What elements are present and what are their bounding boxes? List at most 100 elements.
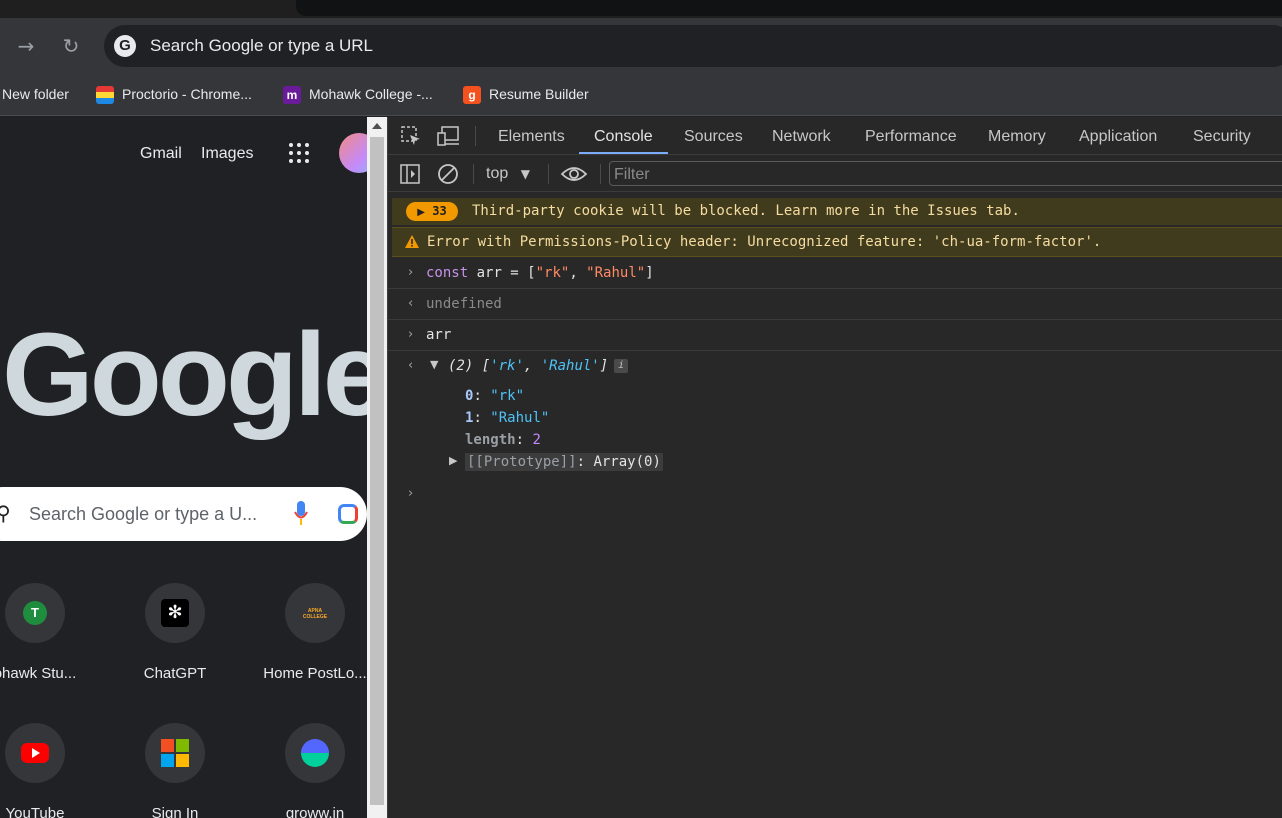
tab-sources[interactable]: Sources [684, 128, 743, 146]
filter-placeholder: Filter [614, 166, 650, 183]
toolbar-divider [548, 164, 549, 184]
scroll-up-arrow-icon[interactable] [372, 123, 382, 129]
array-entry-row: 0: "rk" [465, 388, 525, 404]
google-lens-icon[interactable] [338, 504, 358, 524]
bookmark-label: Resume Builder [489, 86, 589, 102]
omnibox-placeholder: Search Google or type a URL [150, 36, 374, 55]
clear-console-icon[interactable] [437, 163, 459, 185]
live-expression-eye-icon[interactable] [560, 164, 588, 184]
bookmarks-bar: New folder Proctorio - Chrome... m Mohawk… [0, 74, 1282, 116]
play-triangle-icon: ▶ [417, 207, 425, 218]
array-preview-count: (2) [ [448, 358, 491, 374]
avatar[interactable] [339, 133, 367, 173]
google-search-placeholder: Search Google or type a U... [29, 504, 258, 524]
console-prompt-row[interactable]: › [388, 479, 1282, 501]
tab-security[interactable]: Security [1193, 128, 1251, 146]
issues-count-badge[interactable]: ▶ 33 [406, 202, 458, 221]
property-key: length [465, 432, 516, 448]
property-value: "rk" [490, 388, 525, 404]
youtube-icon [21, 743, 49, 763]
shortcut-label: Home PostLo... [263, 665, 367, 682]
code-token: arr = [ [468, 265, 536, 281]
console-input-row[interactable]: › const arr = ["rk", "Rahul"] [388, 258, 1282, 289]
tab-application[interactable]: Application [1079, 128, 1157, 146]
chatgpt-icon: ✻ [161, 599, 189, 627]
input-chevron-icon: › [408, 265, 414, 280]
scrollbar-thumb[interactable] [370, 137, 384, 805]
array-entry-row: 1: "Rahul" [465, 410, 550, 426]
context-selector[interactable]: top ▼ [486, 165, 530, 183]
console-input-code: const arr = ["rk", "Rahul"] [426, 265, 654, 281]
array-preview-row[interactable]: ‹ ▼ (2) ['rk', 'Rahul'] i [388, 351, 1282, 374]
sidebar-toggle-icon[interactable] [399, 163, 421, 185]
bookmark-new-folder[interactable]: New folder [2, 84, 69, 104]
code-token: , [569, 265, 587, 281]
expand-triangle-icon[interactable]: ▼ [430, 358, 438, 371]
keyword-token: const [426, 265, 469, 281]
devtools-tab-bar: Elements Console Sources Network Perform… [388, 117, 1282, 155]
google-new-tab-page: Gmail Images Google ⚲ Search Google or t… [0, 117, 367, 818]
shortcut-tile[interactable]: ✻ ChatGPT [115, 583, 235, 682]
microphone-icon[interactable] [294, 501, 308, 527]
console-input-row[interactable]: › arr [388, 320, 1282, 351]
shortcut-tile[interactable]: Sign In [115, 723, 235, 818]
shortcut-icon-bg [285, 723, 345, 783]
array-length-row: length: 2 [465, 432, 541, 448]
dropdown-arrow-icon: ▼ [520, 167, 530, 181]
code-token: ] [599, 358, 609, 374]
warning-message: Error with Permissions-Policy header: Un… [427, 234, 1102, 250]
omnibox[interactable]: G Search Google or type a URL [104, 25, 1282, 67]
device-toolbar-icon[interactable] [437, 125, 461, 147]
bookmark-label: Proctorio - Chrome... [122, 86, 252, 102]
prompt-chevron-icon: › [408, 486, 414, 501]
microsoft-icon [161, 739, 189, 767]
search-icon: ⚲ [0, 501, 11, 525]
resume-builder-icon: g [463, 86, 481, 105]
string-token: 'Rahul' [540, 358, 600, 374]
console-output-row: ‹ undefined [388, 289, 1282, 320]
string-token: "rk" [535, 265, 570, 281]
output-chevron-icon: ‹ [408, 296, 414, 311]
shortcut-tile[interactable]: T ohawk Stu... [0, 583, 95, 682]
bookmark-mohawk-college[interactable]: m Mohawk College -... [283, 84, 433, 105]
bookmark-resume-builder[interactable]: g Resume Builder [463, 84, 589, 105]
bookmark-proctorio[interactable]: Proctorio - Chrome... [96, 84, 252, 105]
forward-arrow-icon[interactable]: → [15, 35, 37, 57]
images-link[interactable]: Images [201, 145, 253, 163]
tab-performance[interactable]: Performance [865, 128, 957, 146]
shortcut-tile[interactable]: groww.in [255, 723, 367, 818]
shortcut-tile[interactable]: YouTube [0, 723, 95, 818]
mohawk-icon: m [283, 86, 301, 105]
property-value: "Rahul" [490, 410, 550, 426]
gmail-link[interactable]: Gmail [140, 145, 182, 163]
array-prototype-row[interactable]: ▶ [[Prototype]]: Array(0) [388, 447, 1282, 471]
filter-input[interactable]: Filter [609, 161, 1282, 186]
page-scrollbar[interactable] [367, 117, 387, 818]
string-token: "Rahul" [586, 265, 646, 281]
warning-icon [405, 235, 419, 248]
shortcut-tile[interactable]: APNA COLLEGE Home PostLo... [255, 583, 367, 682]
google-search-box[interactable]: ⚲ Search Google or type a U... [0, 487, 367, 541]
tab-console[interactable]: Console [594, 128, 653, 146]
groww-icon [301, 739, 329, 767]
shortcut-icon-bg: ✻ [145, 583, 205, 643]
reload-icon[interactable]: ↻ [60, 35, 82, 57]
tab-memory[interactable]: Memory [988, 128, 1046, 146]
property-value: Array(0) [593, 454, 661, 470]
issues-banner[interactable]: ▶ 33 Third-party cookie will be blocked.… [392, 198, 1282, 225]
info-icon[interactable]: i [614, 359, 629, 373]
context-label: top [486, 165, 509, 182]
console-toolbar: top ▼ Filter [388, 156, 1282, 192]
toolbar-divider [475, 126, 476, 146]
inspect-element-icon[interactable] [400, 125, 422, 147]
property-value: 2 [532, 432, 541, 448]
issues-count: 33 [432, 204, 447, 218]
proctorio-icon [96, 86, 114, 105]
shortcut-label: YouTube [5, 805, 65, 818]
tab-elements[interactable]: Elements [498, 128, 565, 146]
string-token: 'rk' [490, 358, 524, 374]
expand-triangle-icon[interactable]: ▶ [449, 454, 457, 467]
google-apps-icon[interactable] [289, 143, 309, 163]
browser-toolbar: → ↻ G Search Google or type a URL [0, 18, 1282, 74]
tab-network[interactable]: Network [772, 128, 831, 146]
